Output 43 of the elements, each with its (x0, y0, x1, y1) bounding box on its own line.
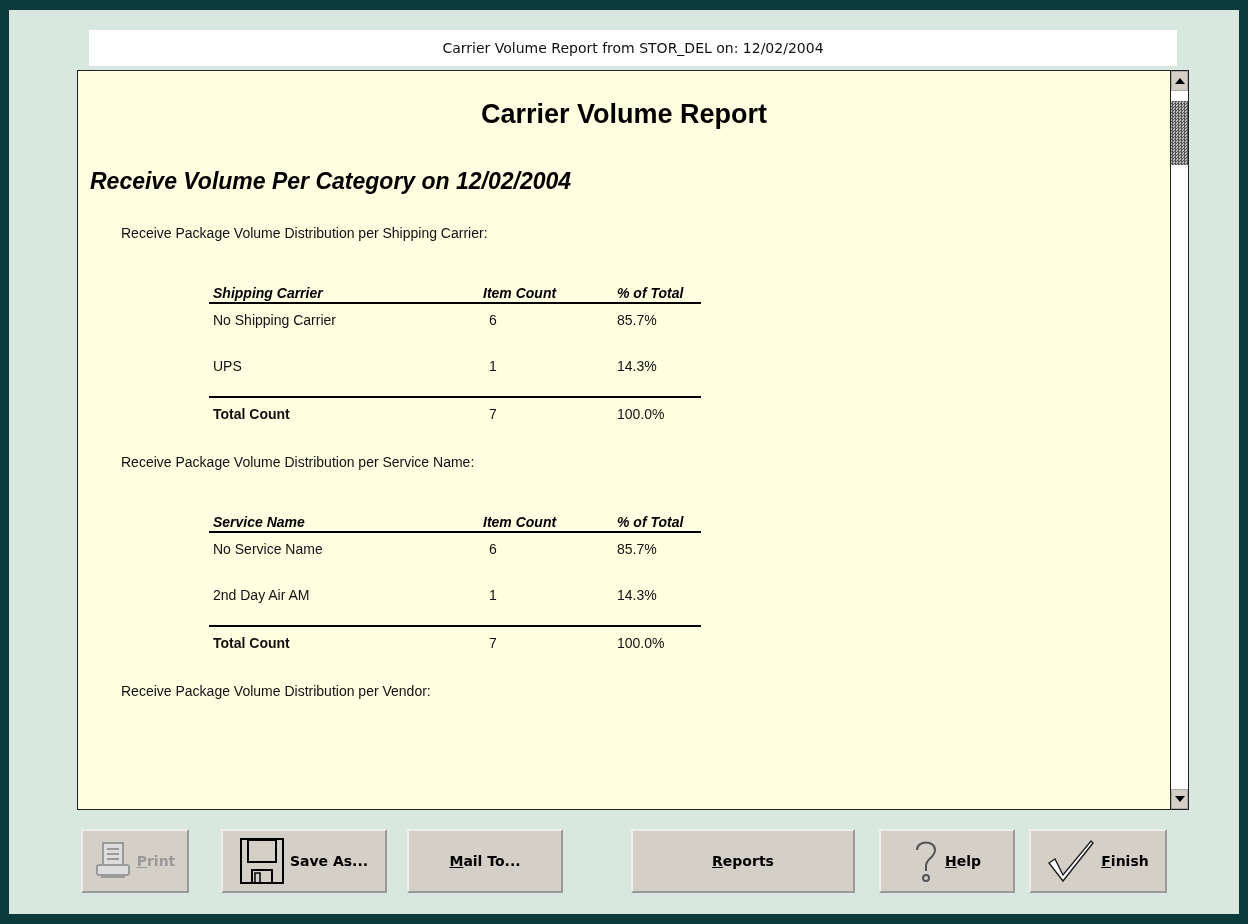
total-cell: 100.0% (613, 397, 701, 422)
table-cell: 14.3% (613, 579, 701, 626)
table-cell: No Service Name (209, 532, 479, 579)
column-header: Shipping Carrier (209, 285, 479, 303)
check-mark-icon (1047, 839, 1096, 883)
report-title: Carrier Volume Report (479, 99, 769, 130)
printer-icon (94, 841, 131, 881)
total-cell: Total Count (209, 626, 479, 651)
column-header: % of Total (613, 514, 701, 532)
save-button[interactable]: Save As... (221, 829, 387, 893)
table-cell: 14.3% (613, 350, 701, 397)
table-cell: 2nd Day Air AM (209, 579, 479, 626)
scroll-thumb[interactable] (1171, 101, 1188, 165)
table-cell: 1 (479, 579, 613, 626)
section-caption: Receive Package Volume Distribution per Service Name: (121, 454, 476, 470)
total-cell: 7 (479, 397, 613, 422)
report-subtitle: Receive Volume Per Category on 12/02/2004 (90, 168, 573, 195)
table-cell: UPS (209, 350, 479, 397)
column-header: Item Count (479, 514, 613, 532)
column-header: Item Count (479, 285, 613, 303)
finish-button[interactable]: Finish (1029, 829, 1167, 893)
column-header: Service Name (209, 514, 479, 532)
table-cell: 85.7% (613, 532, 701, 579)
down-arrow-icon (1174, 796, 1185, 802)
window-title: Carrier Volume Report from STOR_DEL on: 12/02/2004 (89, 30, 1177, 66)
total-cell: 100.0% (613, 626, 701, 651)
table-cell: No Shipping Carrier (209, 303, 479, 350)
scroll-up-button[interactable] (1171, 71, 1188, 91)
vertical-scrollbar[interactable] (1170, 71, 1188, 809)
table-cell: 6 (479, 532, 613, 579)
action-button[interactable]: Reports (631, 829, 855, 893)
total-cell: 7 (479, 626, 613, 651)
table-cell: 6 (479, 303, 613, 350)
total-cell: Total Count (209, 397, 479, 422)
table-cell: 85.7% (613, 303, 701, 350)
up-arrow-icon (1174, 78, 1185, 84)
column-header: % of Total (613, 285, 701, 303)
table-cell: 1 (479, 350, 613, 397)
help-button[interactable]: Help (879, 829, 1015, 893)
scroll-down-button[interactable] (1171, 789, 1188, 809)
action-button[interactable]: Mail To... (407, 829, 563, 893)
section-caption: Receive Package Volume Distribution per Vendor: (121, 683, 432, 699)
section-caption: Receive Package Volume Distribution per Shipping Carrier: (121, 225, 489, 241)
